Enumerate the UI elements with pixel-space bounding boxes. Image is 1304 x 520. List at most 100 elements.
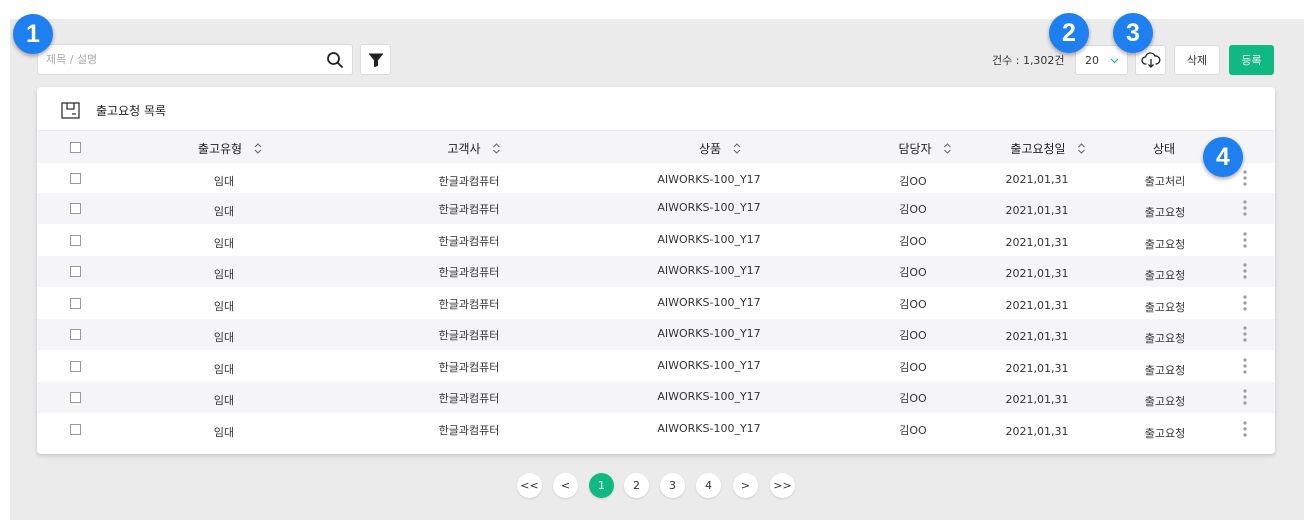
sort-icon <box>944 143 951 154</box>
table-header: 출고유형 고객사 상품 담당자 출고요청일 상태 <box>37 130 1275 163</box>
cell-manager: 김OO <box>899 392 927 405</box>
cell-manager: 김OO <box>899 266 927 279</box>
search-icon[interactable] <box>326 51 344 69</box>
row-checkbox[interactable] <box>70 298 81 309</box>
sort-icon <box>1078 143 1085 154</box>
column-header-manager[interactable]: 담당자 <box>898 140 951 157</box>
first-page-button[interactable]: << <box>517 473 542 498</box>
cell-customer: 한글과컴퓨터 <box>438 298 500 311</box>
cell-customer: 한글과컴퓨터 <box>438 424 500 437</box>
more-options-icon[interactable] <box>1242 325 1248 343</box>
search-box <box>37 44 353 75</box>
cell-type: 임대 <box>213 175 235 188</box>
more-options-icon[interactable] <box>1242 388 1248 406</box>
chevron-down-icon <box>1110 58 1119 64</box>
cell-customer: 한글과컴퓨터 <box>438 266 500 279</box>
table-row[interactable]: 임대 한글과컴퓨터 AIWORKS-100_Y17 김OO 2021,01,31 출고요청 <box>37 193 1275 224</box>
column-header-type[interactable]: 출고유형 <box>198 140 262 157</box>
cell-type: 임대 <box>213 300 235 313</box>
page-button-4[interactable]: 4 <box>696 473 721 498</box>
column-header-request-date[interactable]: 출고요청일 <box>1010 140 1085 157</box>
cell-customer: 한글과컴퓨터 <box>438 235 500 248</box>
page-button-3[interactable]: 3 <box>660 473 685 498</box>
cell-product: AIWORKS-100_Y17 <box>657 422 761 435</box>
table-row[interactable]: 임대 한글과컴퓨터 AIWORKS-100_Y17 김OO 2021,01,31 출고요청 <box>37 382 1275 413</box>
cell-status: 출고처리 <box>1144 175 1186 188</box>
request-list-card: 출고요청 목록 출고유형 고객사 상품 담당자 출고요청일 상태 임대 한글과컴퓨… <box>37 87 1275 454</box>
column-header-status: 상태 <box>1152 142 1176 156</box>
search-input[interactable] <box>46 45 316 74</box>
cell-customer: 한글과컴퓨터 <box>438 392 500 405</box>
more-options-icon[interactable] <box>1242 357 1248 375</box>
more-options-icon[interactable] <box>1242 169 1248 187</box>
cell-type: 임대 <box>213 394 235 407</box>
filter-icon <box>368 53 383 67</box>
more-options-icon[interactable] <box>1242 294 1248 312</box>
row-checkbox[interactable] <box>70 392 81 403</box>
annotation-marker-2: 2 <box>1049 13 1089 53</box>
more-options-icon[interactable] <box>1242 262 1248 280</box>
more-options-icon[interactable] <box>1242 199 1248 217</box>
cell-type: 임대 <box>213 205 235 218</box>
row-checkbox[interactable] <box>70 361 81 372</box>
table-row[interactable]: 임대 한글과컴퓨터 AIWORKS-100_Y17 김OO 2021,01,31 출고요청 <box>37 319 1275 350</box>
cell-request-date: 2021,01,31 <box>1005 204 1069 217</box>
register-button[interactable]: 등록 <box>1229 45 1274 75</box>
cell-request-date: 2021,01,31 <box>1005 330 1069 343</box>
cell-status: 출고요청 <box>1144 332 1186 345</box>
table-row[interactable]: 임대 한글과컴퓨터 AIWORKS-100_Y17 김OO 2021,01,31 출고요청 <box>37 351 1275 382</box>
cell-request-date: 2021,01,31 <box>1005 362 1069 375</box>
cell-manager: 김OO <box>899 203 927 216</box>
select-all-checkbox[interactable] <box>70 142 81 153</box>
cell-status: 출고요청 <box>1144 238 1186 251</box>
row-checkbox[interactable] <box>70 173 81 184</box>
cell-type: 임대 <box>213 331 235 344</box>
annotation-marker-3: 3 <box>1113 13 1153 53</box>
more-options-icon[interactable] <box>1242 420 1248 438</box>
box-icon <box>61 101 80 119</box>
cell-type: 임대 <box>213 426 235 439</box>
page-size-value: 20 <box>1085 54 1099 67</box>
cloud-download-icon <box>1140 52 1160 68</box>
last-page-button[interactable]: >> <box>770 473 795 498</box>
cell-request-date: 2021,01,31 <box>1005 236 1069 249</box>
table-row[interactable]: 임대 한글과컴퓨터 AIWORKS-100_Y17 김OO 2021,01,31 출고요청 <box>37 225 1275 256</box>
prev-page-button[interactable]: < <box>553 473 578 498</box>
table-row[interactable]: 임대 한글과컴퓨터 AIWORKS-100_Y17 김OO 2021,01,31 출고처리 <box>37 163 1275 194</box>
column-header-product[interactable]: 상품 <box>699 140 741 157</box>
cell-manager: 김OO <box>899 329 927 342</box>
row-checkbox[interactable] <box>70 235 81 246</box>
cell-request-date: 2021,01,31 <box>1005 299 1069 312</box>
cell-product: AIWORKS-100_Y17 <box>657 264 761 277</box>
cell-manager: 김OO <box>899 361 927 374</box>
cell-status: 출고요청 <box>1144 427 1186 440</box>
total-count: 건수 : 1,302건 <box>992 54 1065 67</box>
cell-manager: 김OO <box>899 235 927 248</box>
page-size-select[interactable]: 20 <box>1075 45 1128 75</box>
page-button-1[interactable]: 1 <box>589 473 614 498</box>
cell-request-date: 2021,01,31 <box>1005 267 1069 280</box>
sort-icon <box>254 143 262 154</box>
row-checkbox[interactable] <box>70 203 81 214</box>
filter-button[interactable] <box>360 44 391 75</box>
row-checkbox[interactable] <box>70 424 81 435</box>
table-row[interactable]: 임대 한글과컴퓨터 AIWORKS-100_Y17 김OO 2021,01,31 출고요청 <box>37 256 1275 287</box>
cell-status: 출고요청 <box>1144 364 1186 377</box>
delete-button[interactable]: 삭제 <box>1174 45 1220 75</box>
page-button-2[interactable]: 2 <box>624 473 649 498</box>
cell-product: AIWORKS-100_Y17 <box>657 173 761 186</box>
cell-product: AIWORKS-100_Y17 <box>657 359 761 372</box>
column-header-customer[interactable]: 고객사 <box>447 140 500 157</box>
cell-status: 출고요청 <box>1144 206 1186 219</box>
next-page-button[interactable]: > <box>733 473 758 498</box>
row-checkbox[interactable] <box>70 329 81 340</box>
cell-product: AIWORKS-100_Y17 <box>657 390 761 403</box>
table-row[interactable]: 임대 한글과컴퓨터 AIWORKS-100_Y17 김OO 2021,01,31 출고요청 <box>37 288 1275 319</box>
table-row[interactable]: 임대 한글과컴퓨터 AIWORKS-100_Y17 김OO 2021,01,31 출고요청 <box>37 414 1275 445</box>
more-options-icon[interactable] <box>1242 231 1248 249</box>
cell-status: 출고요청 <box>1144 395 1186 408</box>
sort-icon <box>493 143 500 154</box>
cell-customer: 한글과컴퓨터 <box>438 329 500 342</box>
cell-request-date: 2021,01,31 <box>1005 173 1069 186</box>
row-checkbox[interactable] <box>70 266 81 277</box>
